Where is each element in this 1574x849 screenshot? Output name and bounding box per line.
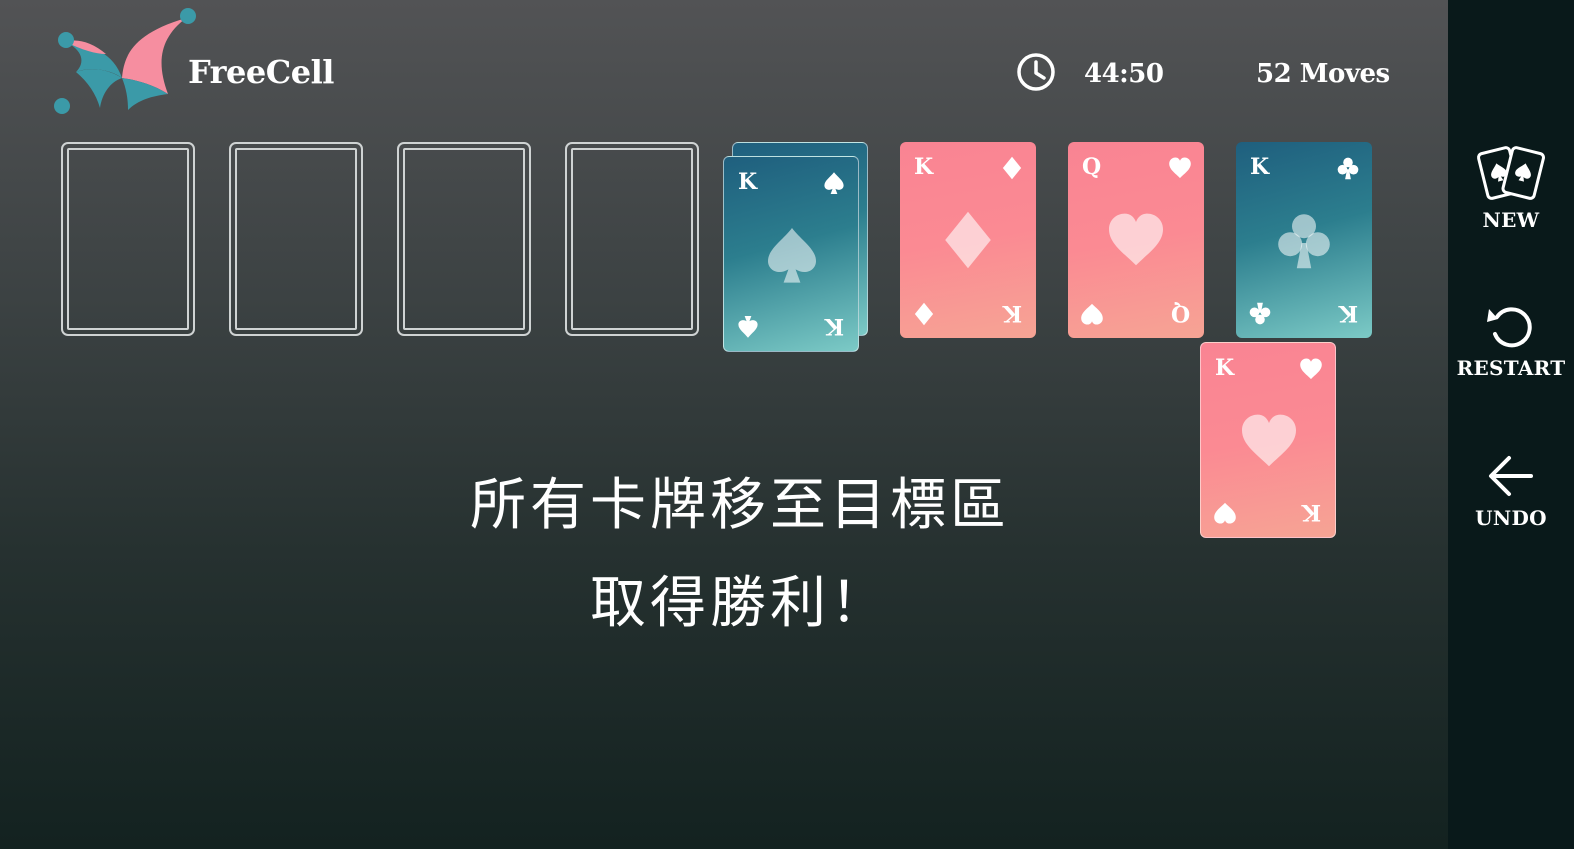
diamond-icon bbox=[938, 200, 998, 280]
card-rank: K bbox=[1338, 300, 1358, 326]
new-game-button[interactable]: NEW bbox=[1448, 140, 1574, 232]
undo-button[interactable]: UNDO bbox=[1448, 450, 1574, 530]
card-rank: K bbox=[914, 154, 934, 180]
free-cell-4[interactable] bbox=[565, 142, 699, 336]
arrow-left-icon bbox=[1489, 456, 1533, 496]
clock-icon bbox=[1016, 52, 1056, 92]
instruction-line-2: 取得勝利！ bbox=[590, 571, 890, 636]
card-rank: Q bbox=[1082, 154, 1102, 180]
card-rank: K bbox=[1301, 499, 1321, 525]
card-rank: K bbox=[1002, 300, 1022, 326]
free-cell-2[interactable] bbox=[229, 142, 363, 336]
heart-icon bbox=[1080, 302, 1104, 326]
club-icon bbox=[1248, 302, 1272, 326]
foundation-card-diamond[interactable]: K K bbox=[900, 142, 1036, 338]
club-icon bbox=[1274, 200, 1334, 280]
foundation-card-spade[interactable]: K K bbox=[723, 156, 859, 352]
jester-hat-logo bbox=[52, 8, 198, 118]
card-rank: K bbox=[1250, 154, 1270, 180]
game-board: FreeCell 44:50 52 Moves K K K K Q Q K K … bbox=[0, 0, 1448, 849]
spade-icon bbox=[762, 215, 822, 295]
undo-button-label: UNDO bbox=[1475, 506, 1547, 530]
free-cell-1[interactable] bbox=[61, 142, 195, 336]
card-rank: K bbox=[824, 313, 844, 339]
instruction-line-1: 所有卡牌移至目標區 bbox=[470, 473, 1010, 538]
heart-icon bbox=[1299, 357, 1323, 381]
club-icon bbox=[1336, 156, 1360, 180]
new-button-label: NEW bbox=[1482, 208, 1540, 232]
card-rank: K bbox=[738, 169, 758, 195]
heart-icon bbox=[1213, 501, 1237, 525]
card-rank: K bbox=[1215, 355, 1235, 381]
spade-icon bbox=[822, 171, 846, 195]
timer-display: 44:50 bbox=[1084, 59, 1164, 89]
restart-icon bbox=[1487, 307, 1532, 348]
foundation-card-heart[interactable]: Q Q bbox=[1068, 142, 1204, 338]
foundation-card-club[interactable]: K K bbox=[1236, 142, 1372, 338]
cards-icon bbox=[1477, 146, 1545, 200]
restart-button-label: RESTART bbox=[1456, 356, 1566, 380]
card-rank: Q bbox=[1170, 300, 1190, 326]
heart-icon bbox=[1168, 156, 1192, 180]
moves-counter: 52 Moves bbox=[1256, 59, 1390, 89]
heart-icon bbox=[1239, 401, 1299, 481]
spade-icon bbox=[736, 315, 760, 339]
diamond-icon bbox=[1000, 156, 1024, 180]
heart-icon bbox=[1106, 200, 1166, 280]
free-cell-3[interactable] bbox=[397, 142, 531, 336]
app-title: FreeCell bbox=[188, 53, 334, 91]
dragged-card-heart[interactable]: K K bbox=[1200, 342, 1336, 538]
restart-button[interactable]: RESTART bbox=[1448, 302, 1574, 380]
sidebar: NEW RESTART UNDO bbox=[1448, 0, 1574, 849]
diamond-icon bbox=[912, 302, 936, 326]
